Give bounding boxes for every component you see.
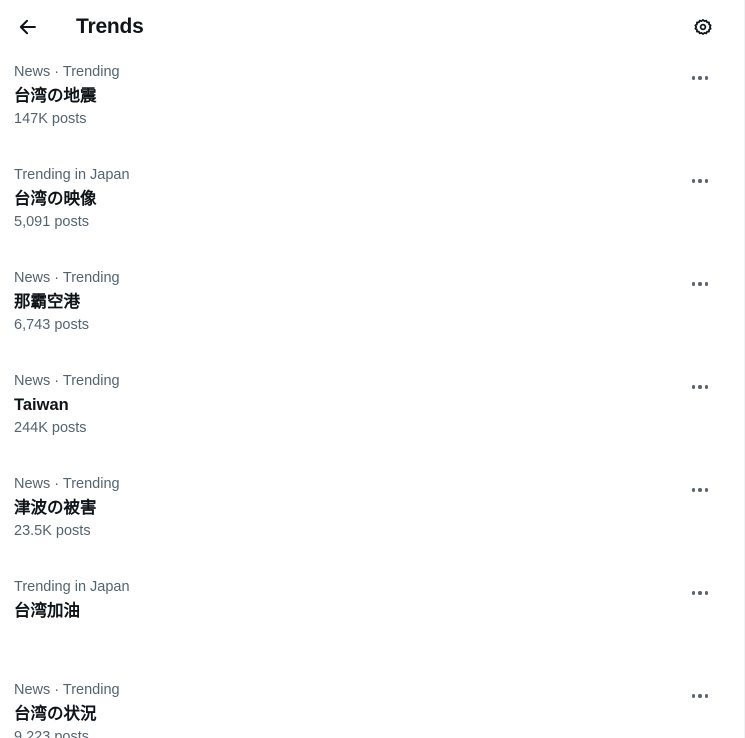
trend-category: News · Trending [14,682,120,698]
trend-more-button[interactable] [683,61,717,95]
trend-item[interactable]: Trending in Japan 台湾の映像 5,091 posts [0,156,744,259]
trend-item[interactable]: News · Trending Taiwan 244K posts [0,362,744,465]
trend-post-count: 6,743 posts [14,317,89,333]
trend-content: News · Trending 那霸空港 6,743 posts [14,268,683,335]
trend-item[interactable]: News · Trending 台湾の状況 9,223 posts [0,671,744,738]
trend-name: 台湾の状況 [14,705,97,723]
trend-category: News · Trending [14,476,120,492]
settings-button[interactable] [686,10,720,44]
trend-content: News · Trending 台湾の地震 147K posts [14,62,683,129]
more-horizontal-icon [691,282,709,286]
trend-post-count: 23.5K posts [14,523,91,539]
trend-item[interactable]: News · Trending 那霸空港 6,743 posts [0,259,744,362]
trend-post-count: 244K posts [14,420,87,436]
trend-more-button[interactable] [683,267,717,301]
trend-category: Trending in Japan [14,167,130,183]
trend-post-count: 147K posts [14,111,87,127]
trend-item[interactable]: News · Trending 台湾の地震 147K posts [0,53,744,156]
more-horizontal-icon [691,76,709,80]
trend-content: Trending in Japan 台湾の映像 5,091 posts [14,165,683,232]
trend-category: News · Trending [14,270,120,286]
trend-name: 台湾の地震 [14,87,97,105]
trend-more-button[interactable] [683,370,717,404]
trend-item[interactable]: Trending in Japan 台湾加油 [0,568,744,671]
more-horizontal-icon [691,694,709,698]
more-horizontal-icon [691,385,709,389]
trend-content: Trending in Japan 台湾加油 [14,577,683,623]
trend-name: 台湾加油 [14,602,80,620]
trend-more-button[interactable] [683,164,717,198]
trend-content: News · Trending 津波の被害 23.5K posts [14,474,683,541]
trend-more-button[interactable] [683,576,717,610]
trend-content: News · Trending 台湾の状況 9,223 posts [14,680,683,738]
trend-name: 津波の被害 [14,499,97,517]
trends-list: News · Trending 台湾の地震 147K posts Trendin… [0,53,744,738]
app-header: Trends [0,0,744,53]
trend-more-button[interactable] [683,473,717,507]
gear-icon [692,16,714,38]
trend-name: 台湾の映像 [14,190,97,208]
more-horizontal-icon [691,591,709,595]
trend-content: News · Trending Taiwan 244K posts [14,371,683,438]
trend-post-count: 5,091 posts [14,214,89,230]
more-horizontal-icon [691,179,709,183]
trend-name: Taiwan [14,396,69,414]
trend-post-count: 9,223 posts [14,729,89,738]
trend-category: News · Trending [14,64,120,80]
trend-more-button[interactable] [683,679,717,713]
more-horizontal-icon [691,488,709,492]
trend-category: Trending in Japan [14,579,130,595]
trends-screen: Trends News · Trending 台湾の地震 147K posts [0,0,745,738]
page-title: Trends [76,14,144,38]
back-button[interactable] [10,9,46,45]
trend-name: 那霸空港 [14,293,80,311]
trend-item[interactable]: News · Trending 津波の被害 23.5K posts [0,465,744,568]
trend-category: News · Trending [14,373,120,389]
arrow-left-icon [17,16,39,38]
